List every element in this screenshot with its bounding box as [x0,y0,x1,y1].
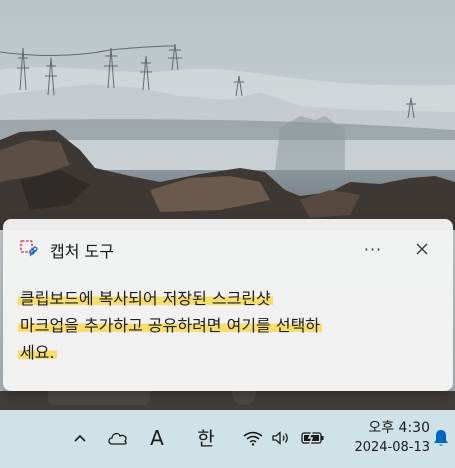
close-icon [416,243,428,255]
wifi-icon [243,431,263,446]
chevron-up-icon [74,434,86,442]
clock-time[interactable]: 오후 4:30 [360,417,430,437]
clock-date[interactable]: 2024-08-13 [340,440,430,455]
input-indicator-korean[interactable]: 한 [194,424,218,450]
wifi-button[interactable] [242,428,264,448]
volume-button[interactable] [270,428,292,448]
weather-button[interactable] [106,428,130,448]
show-hidden-icons-button[interactable] [70,428,90,448]
notification-message[interactable]: 클립보드에 복사되어 저장된 스크린샷 마크업을 추가하고 공유하려면 여기를 … [18,285,443,366]
taskbar-preview-strip [0,391,455,410]
message-line-2: 마크업을 추가하고 공유하려면 여기를 선택하 [18,316,323,335]
input-indicator-english[interactable]: A [146,425,168,451]
notification-app-name: 캡처 도구 [50,242,114,261]
cloud-icon [108,432,127,445]
notification-center-button[interactable] [431,428,451,448]
close-button[interactable] [408,236,436,262]
battery-charging-icon [301,431,324,445]
snipping-tool-icon [20,240,38,258]
message-line-1: 클립보드에 복사되어 저장된 스크린샷 [18,289,273,308]
battery-button[interactable] [300,428,326,448]
bell-icon [434,430,448,446]
message-line-3: 세요. [18,343,57,362]
volume-icon [272,431,288,445]
more-options-button[interactable]: ··· [358,236,388,262]
